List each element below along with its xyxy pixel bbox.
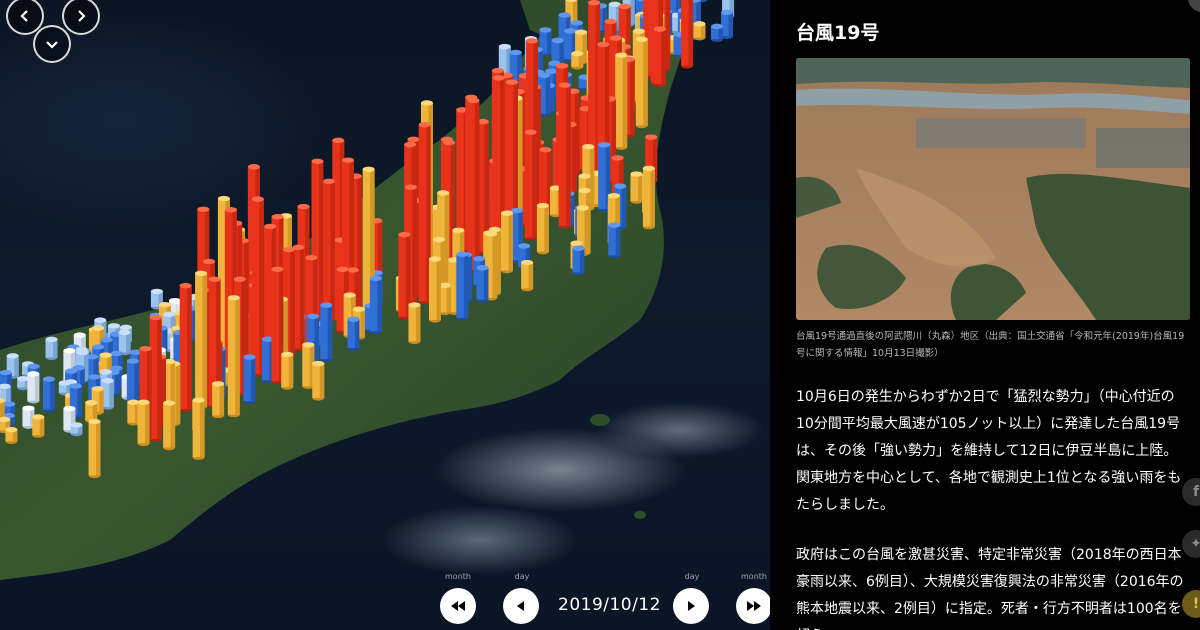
rainfall-column <box>27 371 40 404</box>
rainfall-column <box>45 336 58 361</box>
rainfall-column <box>572 245 585 276</box>
rainfall-column <box>681 0 694 69</box>
photo-caption: 台風19号通過直後の阿武隈川（丸森）地区（出典：国土交通省「令和元年(2019年… <box>796 331 1185 359</box>
rainfall-column <box>642 165 655 230</box>
rainfall-column <box>227 295 240 418</box>
rainfall-bars <box>0 0 735 479</box>
rainfall-column <box>32 414 45 438</box>
rainfall-column <box>5 426 18 444</box>
flood-aerial-photo <box>796 58 1190 320</box>
rainfall-column <box>500 210 513 274</box>
rainfall-column <box>195 270 208 410</box>
arrow-down-icon <box>46 41 58 49</box>
rainfall-column <box>615 52 628 150</box>
fast-forward-icon <box>747 601 761 611</box>
rainfall-column <box>163 400 176 451</box>
rainfall-column <box>70 422 83 437</box>
arrow-left-icon <box>20 10 28 22</box>
rainfall-column <box>558 82 571 229</box>
rainfall-column <box>418 121 431 305</box>
rainfall-column <box>571 50 584 70</box>
rainfall-column <box>42 376 55 413</box>
rainfall-column <box>408 302 421 345</box>
rainfall-column <box>312 360 325 401</box>
rainfall-column <box>710 23 723 42</box>
arrow-right-icon <box>78 10 86 22</box>
rainfall-column <box>137 399 150 447</box>
rainfall-column <box>456 251 469 321</box>
rainfall-column <box>369 275 382 334</box>
rainfall-column <box>212 381 225 419</box>
rainfall-column <box>467 97 480 273</box>
day-back-button[interactable] <box>503 588 539 624</box>
rainfall-column <box>653 26 666 87</box>
rainfall-column <box>322 178 335 322</box>
twitter-icon: ✦ <box>1190 536 1200 552</box>
rainfall-column <box>521 259 534 292</box>
fast-rewind-icon <box>451 601 465 611</box>
map-pan-down-button[interactable] <box>33 25 71 63</box>
rainfall-column <box>88 418 101 479</box>
facebook-icon: f <box>1192 484 1200 500</box>
month-forward-button[interactable] <box>736 588 770 624</box>
rainfall-column <box>179 282 192 412</box>
rainfall-column <box>320 302 333 362</box>
step-forward-icon <box>688 601 695 611</box>
rainfall-column <box>281 351 294 390</box>
month-back-button[interactable] <box>440 588 476 624</box>
story-paragraph-1: 10月6日の発生からわずか2日で「猛烈な勢力」（中心付近の10分間平均最大風速が… <box>796 389 1182 513</box>
story-paragraph-2: 政府はこの台風を激甚災害、特定非常災害（2018年の西日本豪雨以来、6例目）、大… <box>796 547 1184 630</box>
rainfall-column <box>428 256 441 323</box>
top-indicator <box>1188 0 1200 12</box>
rainfall-column <box>243 354 256 404</box>
more-icon: ! <box>1192 596 1200 612</box>
month-back-label: month <box>445 572 471 581</box>
rainfall-column <box>524 129 537 241</box>
step-back-icon <box>517 601 524 611</box>
rainfall-column <box>536 202 549 255</box>
panel-title: 台風19号 <box>796 22 880 44</box>
rainfall-3d-map[interactable]: month day day month 2019/10/12 <box>0 0 770 630</box>
month-forward-label: month <box>741 572 767 581</box>
story-panel[interactable]: 台風19号 台風19号通過直後の阿武隈川（丸森）地区（出典：国土交通省「令和元年… <box>770 0 1200 630</box>
rainfall-column <box>630 171 643 204</box>
rainfall-column <box>192 397 205 460</box>
rainfall-column <box>347 316 360 351</box>
rainfall-column <box>476 265 489 303</box>
rainfall-column <box>693 21 706 41</box>
rainfall-column <box>635 36 648 129</box>
day-forward-button[interactable] <box>673 588 709 624</box>
rainfall-column <box>608 222 621 259</box>
date-playback-controls: month day day month 2019/10/12 <box>430 568 770 630</box>
current-date: 2019/10/12 <box>558 595 661 615</box>
day-back-label: day <box>514 572 530 581</box>
day-forward-label: day <box>684 572 700 581</box>
